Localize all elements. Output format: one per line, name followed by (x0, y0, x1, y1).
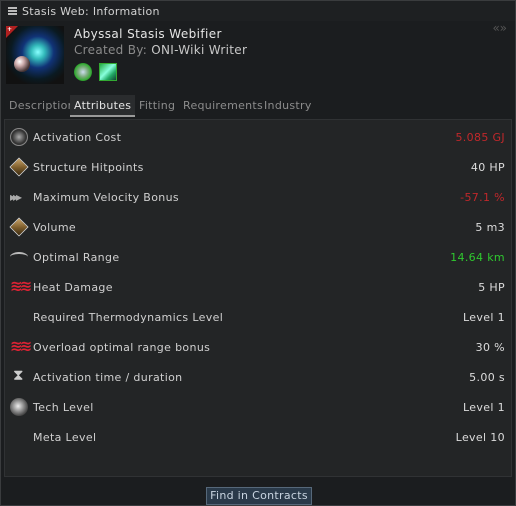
tab-fitting[interactable]: Fitting (135, 95, 179, 117)
capacitor-icon (10, 128, 28, 146)
attribute-value: 14.64 km (450, 251, 505, 264)
attribute-row: Optimal Range 14.64 km (5, 242, 511, 272)
window-title: Stasis Web: Information (22, 5, 160, 18)
attribute-value: Level 1 (463, 311, 505, 324)
attribute-row: Activation Cost 5.085 GJ (5, 122, 511, 152)
attribute-value: -57.1 % (460, 191, 505, 204)
attribute-row: Volume 5 m3 (5, 212, 511, 242)
attribute-row: ≋≋ Overload optimal range bonus 30 % (5, 332, 511, 362)
attribute-value: 30 % (475, 341, 505, 354)
velocity-icon: ▸▸▸ (10, 190, 22, 204)
triglavian-icon[interactable] (74, 63, 92, 81)
menu-icon[interactable] (8, 7, 17, 15)
attribute-label: Maximum Velocity Bonus (33, 191, 179, 204)
attribute-row: ≋≋ Heat Damage 5 HP (5, 272, 511, 302)
item-name: Abyssal Stasis Webifier (74, 27, 222, 41)
attribute-label: Required Thermodynamics Level (33, 311, 224, 324)
heat-icon: ≋≋ (10, 277, 32, 295)
attributes-list[interactable]: Activation Cost 5.085 GJ Structure Hitpo… (4, 119, 512, 477)
hourglass-icon: ⧗ (13, 366, 24, 384)
created-by-value[interactable]: ONI-Wiki Writer (151, 43, 247, 57)
tab-attributes[interactable]: Attributes (70, 95, 136, 117)
attribute-label: Optimal Range (33, 251, 120, 264)
attribute-label: Heat Damage (33, 281, 113, 294)
attribute-value: Level 10 (455, 431, 505, 444)
volume-icon (9, 217, 29, 237)
attribute-value: 40 HP (470, 161, 505, 174)
attribute-label: Activation time / duration (33, 371, 183, 384)
attribute-label: Activation Cost (33, 131, 122, 144)
find-in-contracts-button[interactable]: Find in Contracts (206, 487, 312, 505)
tech-icon (10, 398, 28, 416)
attribute-label: Meta Level (33, 431, 97, 444)
attribute-value: 5 HP (478, 281, 505, 294)
attribute-value: 5.00 s (469, 371, 505, 384)
attribute-row: ▸▸▸ Maximum Velocity Bonus -57.1 % (5, 182, 511, 212)
tab-bar: Description Attributes Fitting Requireme… (1, 95, 515, 117)
item-header: + Abyssal Stasis Webifier Created By: ON… (1, 21, 515, 95)
tab-industry[interactable]: Industry (260, 95, 316, 117)
tab-requirements[interactable]: Requirements (179, 95, 267, 117)
attribute-row: Meta Level Level 10 (5, 422, 511, 452)
faction-badge-icon: + (6, 26, 18, 38)
attribute-row: Tech Level Level 1 (5, 392, 511, 422)
tab-description[interactable]: Description (5, 95, 79, 117)
attribute-row: Required Thermodynamics Level Level 1 (5, 302, 511, 332)
title-bar[interactable]: Stasis Web: Information (1, 1, 515, 21)
created-by: Created By: ONI-Wiki Writer (74, 43, 247, 57)
heat-icon: ≋≋ (10, 337, 32, 355)
created-by-label: Created By: (74, 43, 148, 57)
structure-icon (9, 157, 29, 177)
attribute-label: Structure Hitpoints (33, 161, 144, 174)
info-window: Stasis Web: Information « » + Abyssal St… (0, 0, 516, 506)
attribute-row: Structure Hitpoints 40 HP (5, 152, 511, 182)
meta-icons (74, 63, 120, 83)
attribute-label: Volume (33, 221, 77, 234)
attribute-row: ⧗ Activation time / duration 5.00 s (5, 362, 511, 392)
attribute-value: 5.085 GJ (455, 131, 505, 144)
attribute-value: 5 m3 (475, 221, 505, 234)
attribute-label: Tech Level (33, 401, 94, 414)
attribute-value: Level 1 (463, 401, 505, 414)
attribute-label: Overload optimal range bonus (33, 341, 211, 354)
range-icon (10, 252, 28, 262)
item-image[interactable]: + (6, 26, 64, 84)
skill-requirement-icon[interactable] (98, 63, 117, 81)
